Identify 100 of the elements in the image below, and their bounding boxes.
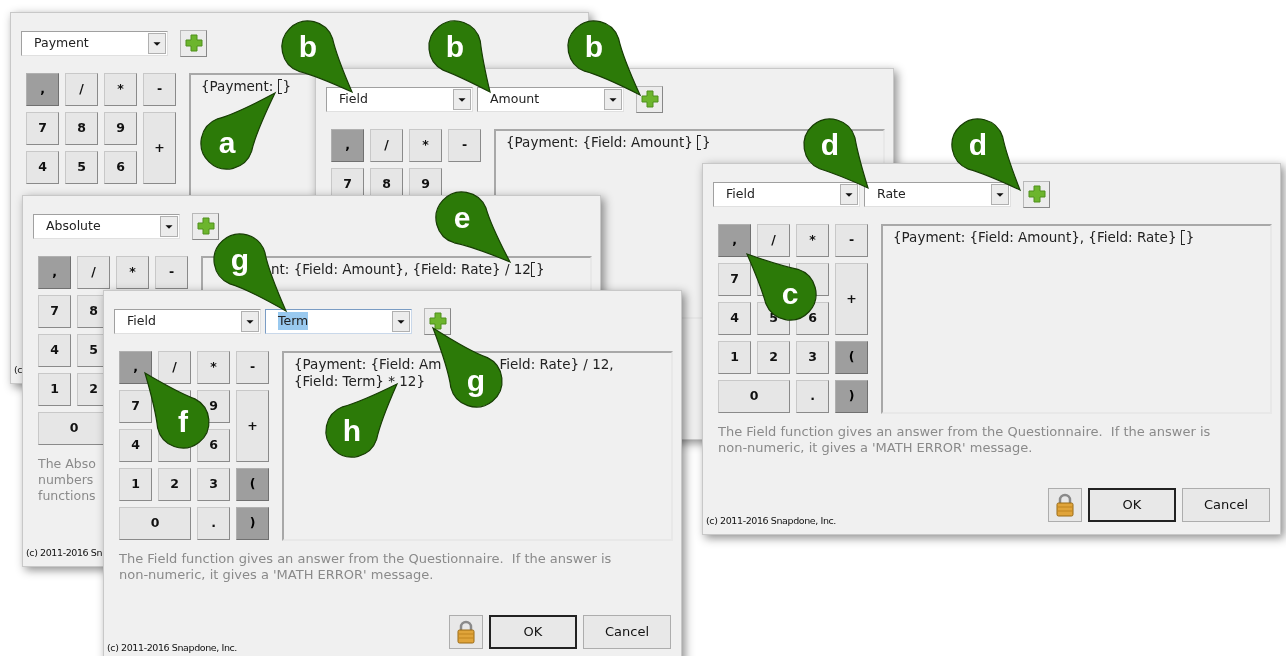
add-button[interactable] [424, 307, 451, 335]
ok-button[interactable]: OK [1088, 488, 1176, 522]
keypad-key[interactable]: - [236, 351, 269, 384]
keypad-key[interactable]: ) [835, 380, 868, 413]
callout-marker: f [144, 372, 210, 449]
dropdown-field[interactable]: Field [713, 181, 860, 207]
text-cursor [530, 262, 535, 277]
cancel-button[interactable]: Cancel [583, 615, 671, 649]
text-cursor [1180, 230, 1185, 245]
formula-text: } [535, 261, 545, 278]
keypad-key[interactable]: / [77, 256, 110, 289]
dropdown-field[interactable]: Absolute [33, 213, 180, 239]
plus-icon [1027, 185, 1046, 203]
keypad-key[interactable]: ) [236, 507, 269, 540]
description-text: The Field function gives an answer from the Questionnaire. If the answer is non-numeric, it gives a 'MATH ERROR' message. [717, 424, 1212, 456]
keypad-key[interactable]: / [65, 73, 98, 106]
formula-text: } [1185, 229, 1195, 246]
keypad-key[interactable]: * [104, 73, 137, 106]
dropdown-field[interactable]: Payment [21, 30, 168, 56]
keypad-key[interactable]: 7 [26, 112, 59, 145]
formula-text: Field: Rate} / 12, [499, 356, 614, 373]
keypad-key[interactable]: 8 [65, 112, 98, 145]
keypad-key[interactable]: - [448, 129, 481, 162]
keypad-key[interactable]: 4 [26, 151, 59, 184]
keypad-key[interactable]: * [796, 224, 829, 257]
keypad-key[interactable]: 4 [38, 334, 71, 367]
formula-text: } [282, 78, 292, 95]
keypad-key[interactable]: , [38, 256, 71, 289]
plus-icon [640, 90, 659, 108]
keypad-key[interactable]: 1 [718, 341, 751, 374]
cancel-button[interactable]: Cancel [1182, 488, 1270, 522]
keypad-key[interactable]: 7 [119, 390, 152, 423]
callout-marker: d [803, 118, 869, 189]
copyright-text: (c [14, 362, 23, 377]
keypad-key[interactable]: 0 [718, 380, 790, 413]
keypad-key[interactable]: , [119, 351, 152, 384]
formula-text: {Payment: {Field: Amount}, {Field: Rate} [893, 229, 1178, 246]
keypad-key[interactable]: . [197, 507, 230, 540]
description-text: The Abso [38, 456, 96, 472]
add-button[interactable] [636, 85, 663, 113]
keypad-key[interactable]: 2 [757, 341, 790, 374]
dropdown-field[interactable]: Field [326, 86, 473, 112]
keypad-key[interactable]: , [26, 73, 59, 106]
keypad-key[interactable]: , [718, 224, 751, 257]
keypad-key[interactable]: 7 [718, 263, 751, 296]
keypad-key[interactable]: 7 [38, 295, 71, 328]
formula-text: nt: {Field: Amount}, {Field: Rate} / 12 [271, 261, 531, 278]
plus-icon [184, 34, 203, 52]
lock-button[interactable] [1048, 488, 1082, 522]
plus-icon [196, 217, 215, 235]
lock-button[interactable] [449, 615, 483, 649]
keypad-key[interactable]: * [409, 129, 442, 162]
keypad-key[interactable]: - [155, 256, 188, 289]
dropdown-field[interactable]: Rate [864, 181, 1011, 207]
keypad-key[interactable]: + [143, 112, 176, 184]
formula-text: {Payment: [201, 78, 275, 95]
keypad-key[interactable]: 0 [119, 507, 191, 540]
keypad-key[interactable]: 5 [65, 151, 98, 184]
formula-text: } [702, 134, 711, 151]
callout-marker: b [567, 20, 641, 96]
keypad-key[interactable]: 4 [119, 429, 152, 462]
keypad-key[interactable]: 2 [158, 468, 191, 501]
text-cursor [277, 79, 282, 94]
keypad-key[interactable]: * [197, 351, 230, 384]
keypad-key[interactable]: / [757, 224, 790, 257]
keypad-key[interactable]: 3 [796, 341, 829, 374]
keypad-key[interactable]: ( [236, 468, 269, 501]
formula-text: {Payment: {Field: Amount} [506, 134, 694, 151]
formula-field[interactable]: {Payment: {Field: Amount}, {Field: Rate} } [881, 224, 1272, 414]
plus-icon [428, 312, 447, 330]
keypad-key[interactable]: + [835, 263, 868, 335]
description-text: functions [38, 488, 96, 504]
keypad-key[interactable]: 3 [197, 468, 230, 501]
keypad-key[interactable]: ( [835, 341, 868, 374]
dropdown-field[interactable]: Field [114, 308, 261, 334]
dropdown-field[interactable]: Amount [477, 86, 624, 112]
dropdown-field[interactable]: Term [265, 308, 412, 334]
keypad-key[interactable]: - [835, 224, 868, 257]
description-text: The Field function gives an answer from the Questionnaire. If the answer is non-numeric, it gives a 'MATH ERROR' message. [118, 551, 613, 583]
keypad-key[interactable]: / [370, 129, 403, 162]
callout-marker: b [428, 20, 491, 93]
callout-marker: d [951, 118, 1021, 191]
keypad-key[interactable]: , [331, 129, 364, 162]
text-cursor [697, 135, 702, 150]
keypad-key[interactable]: * [116, 256, 149, 289]
keypad-key[interactable]: 1 [38, 373, 71, 406]
keypad-key[interactable]: - [143, 73, 176, 106]
formula-text: {Payment: {Field: Am [294, 356, 442, 373]
keypad-key[interactable]: + [236, 390, 269, 462]
keypad-key[interactable]: . [796, 380, 829, 413]
ok-button[interactable]: OK [489, 615, 577, 649]
keypad-key[interactable]: / [158, 351, 191, 384]
copyright-text: (c) 2011-2016 Sn [26, 545, 103, 560]
keypad-key[interactable]: 9 [104, 112, 137, 145]
padlock-icon [456, 620, 476, 644]
description-text: numbers [38, 472, 94, 488]
keypad-key[interactable]: 4 [718, 302, 751, 335]
callout-marker: e [435, 191, 511, 263]
keypad-key[interactable]: 1 [119, 468, 152, 501]
keypad-key[interactable]: 6 [104, 151, 137, 184]
